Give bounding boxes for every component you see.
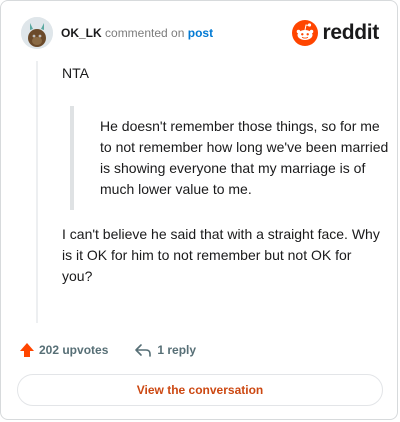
thread-line[interactable] xyxy=(36,61,38,323)
username-link[interactable]: OK_LK xyxy=(61,26,102,40)
avatar-icon xyxy=(21,17,53,49)
blockquote: He doesn't remember those things, so for… xyxy=(70,106,392,210)
upvote-arrow-icon xyxy=(20,343,34,357)
view-conversation-label: View the conversation xyxy=(136,383,264,397)
reddit-wordmark: reddit xyxy=(322,21,379,44)
view-conversation-button[interactable]: View the conversation xyxy=(17,374,383,406)
avatar[interactable] xyxy=(21,17,53,49)
reddit-logo-icon xyxy=(292,20,319,46)
reply-arrow-icon xyxy=(135,344,152,357)
upvote-count: 202 upvotes xyxy=(39,343,109,357)
comment-header: OK_LK commented on post reddit xyxy=(21,15,379,51)
comment-footer: 202 upvotes 1 reply xyxy=(19,339,196,361)
post-link[interactable]: post xyxy=(188,26,213,40)
comment-paragraph: NTA xyxy=(62,65,89,81)
comment-meta: OK_LK commented on post xyxy=(61,26,213,40)
quote-text: He doesn't remember those things, so for… xyxy=(100,118,389,197)
upvote-button[interactable]: 202 upvotes xyxy=(19,342,108,358)
comment-paragraph: I can't believe he said that with a stra… xyxy=(62,226,380,284)
comment-embed-card: OK_LK commented on post reddit NTA He do… xyxy=(0,0,398,420)
commented-on-text: commented on xyxy=(105,26,185,40)
reply-button[interactable]: 1 reply xyxy=(134,342,196,358)
reply-count: 1 reply xyxy=(157,343,197,357)
reddit-logo[interactable]: reddit xyxy=(292,20,379,46)
comment-body: NTA He doesn't remember those things, so… xyxy=(62,63,388,287)
